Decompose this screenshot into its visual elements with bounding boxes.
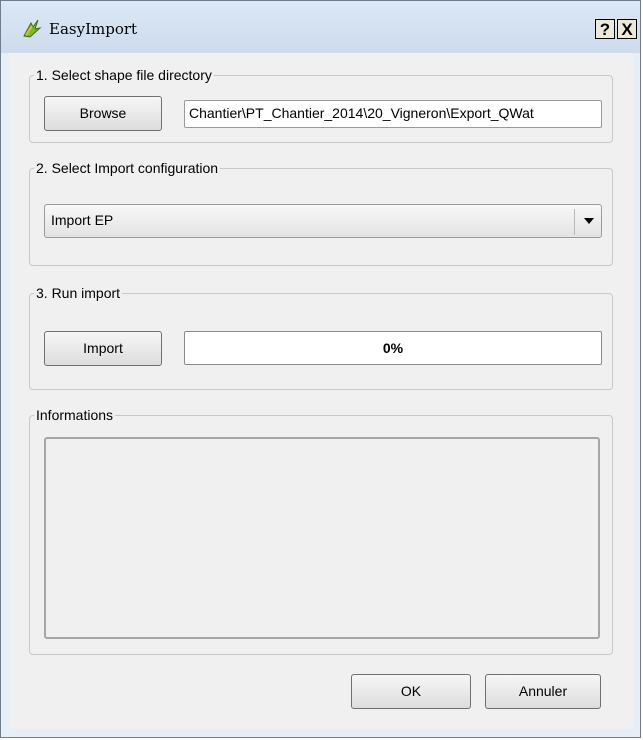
shape-directory-legend: 1. Select shape file directory bbox=[34, 66, 214, 84]
import-button[interactable]: Import bbox=[44, 331, 162, 366]
chevron-down-icon[interactable] bbox=[584, 218, 594, 224]
import-config-group: 2. Select Import configuration Import EP bbox=[29, 159, 613, 266]
import-progress-bar: 0% bbox=[184, 331, 602, 365]
run-import-legend: 3. Run import bbox=[34, 284, 123, 302]
title-bar[interactable]: EasyImport ? X bbox=[1, 1, 640, 53]
cancel-button[interactable]: Annuler bbox=[485, 674, 601, 709]
easyimport-dialog: EasyImport ? X 1. Select shape file dire… bbox=[0, 0, 641, 738]
import-config-select[interactable]: Import EP bbox=[44, 204, 602, 238]
ok-button[interactable]: OK bbox=[351, 674, 471, 709]
help-button[interactable]: ? bbox=[595, 19, 615, 39]
browse-button[interactable]: Browse bbox=[44, 96, 162, 131]
informations-legend: Informations bbox=[34, 406, 116, 424]
window-title: EasyImport bbox=[49, 20, 138, 38]
qgis-app-icon bbox=[23, 19, 42, 38]
directory-path-input[interactable]: Chantier\PT_Chantier_2014\20_Vigneron\Ex… bbox=[184, 100, 602, 128]
informations-log-area[interactable] bbox=[44, 437, 600, 639]
import-config-value: Import EP bbox=[51, 212, 114, 228]
informations-group: Informations bbox=[29, 406, 613, 655]
shape-directory-group: 1. Select shape file directory Browse Ch… bbox=[29, 66, 613, 143]
run-import-group: 3. Run import Import 0% bbox=[29, 284, 613, 390]
combo-separator bbox=[574, 209, 575, 235]
close-button[interactable]: X bbox=[617, 19, 637, 39]
import-config-legend: 2. Select Import configuration bbox=[34, 159, 221, 177]
dialog-body: 1. Select shape file directory Browse Ch… bbox=[9, 53, 633, 729]
